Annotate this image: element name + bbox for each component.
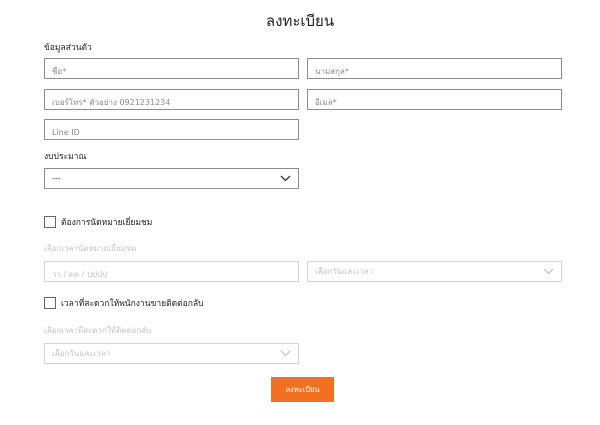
register-button[interactable]: ลงทะเบียน bbox=[271, 377, 334, 402]
budget-select-value: --- bbox=[52, 174, 61, 183]
first-name-field[interactable] bbox=[44, 58, 299, 81]
email-input[interactable] bbox=[308, 93, 561, 112]
email-field[interactable] bbox=[307, 89, 562, 112]
chevron-down-icon bbox=[279, 175, 291, 183]
appointment-date-input[interactable] bbox=[45, 265, 298, 284]
callback-hint: เลือกเวลาที่สะดวกให้ติดต่อกลับ bbox=[44, 326, 152, 335]
phone-field[interactable] bbox=[44, 89, 299, 112]
callback-checkbox-row[interactable]: เวลาที่สะดวกให้พนักงานขายติดต่อกลับ bbox=[44, 296, 203, 310]
line-id-field[interactable] bbox=[44, 119, 299, 142]
last-name-field[interactable] bbox=[307, 58, 562, 81]
last-name-input[interactable] bbox=[308, 62, 561, 81]
appointment-time-value: เลือกวันและเวลา bbox=[315, 267, 374, 276]
appointment-checkbox-row[interactable]: ต้องการนัดหมายเยี่ยมชม bbox=[44, 215, 152, 229]
personal-section-label: ข้อมูลส่วนตัว bbox=[44, 43, 92, 53]
callback-time-value: เลือกวันและเวลา bbox=[52, 349, 111, 358]
callback-checkbox[interactable] bbox=[44, 297, 56, 309]
chevron-down-icon bbox=[279, 350, 291, 358]
callback-time-select[interactable]: เลือกวันและเวลา bbox=[44, 343, 299, 364]
budget-section-label: งบประมาณ bbox=[44, 152, 87, 162]
page-title: ลงทะเบียน bbox=[265, 12, 335, 30]
appointment-date-field[interactable] bbox=[44, 261, 299, 284]
chevron-down-icon bbox=[542, 268, 554, 276]
first-name-input[interactable] bbox=[45, 62, 298, 81]
appointment-checkbox[interactable] bbox=[44, 216, 56, 228]
budget-select[interactable]: --- bbox=[44, 168, 299, 189]
phone-input[interactable] bbox=[45, 93, 298, 112]
appointment-time-select[interactable]: เลือกวันและเวลา bbox=[307, 261, 562, 282]
appointment-checkbox-label: ต้องการนัดหมายเยี่ยมชม bbox=[61, 218, 153, 228]
line-id-input[interactable] bbox=[45, 123, 298, 142]
appointment-hint: เลือกเวลานัดหมายเยี่ยมชม bbox=[44, 244, 137, 253]
callback-checkbox-label: เวลาที่สะดวกให้พนักงานขายติดต่อกลับ bbox=[61, 299, 204, 309]
